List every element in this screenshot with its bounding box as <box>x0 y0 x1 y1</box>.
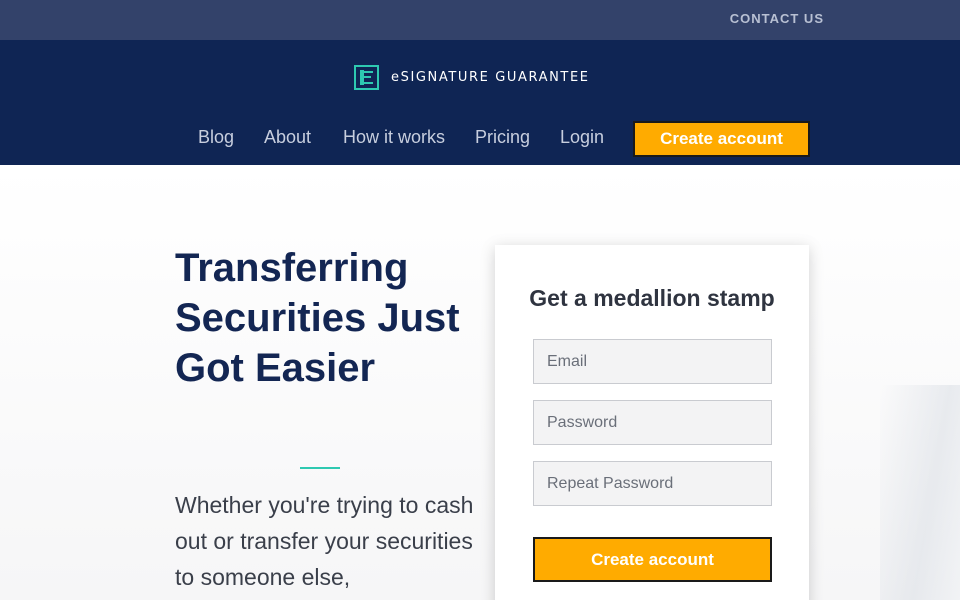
brand-logo[interactable]: eSIGNATURE GUARANTEE <box>354 64 590 90</box>
logo-icon <box>354 64 379 90</box>
create-account-button[interactable]: Create account <box>533 537 772 582</box>
repeat-password-field[interactable] <box>533 461 772 506</box>
nav-login[interactable]: Login <box>560 127 604 148</box>
nav-how-it-works[interactable]: How it works <box>343 127 445 148</box>
signup-card: Get a medallion stamp Create account <box>495 245 809 600</box>
nav-about[interactable]: About <box>264 127 311 148</box>
hero-background-decoration <box>880 385 960 600</box>
site-header: eSIGNATURE GUARANTEE Blog About How it w… <box>0 40 960 165</box>
hero-subtitle: Whether you're trying to cash out or tra… <box>175 492 474 590</box>
hero-divider <box>300 467 340 469</box>
nav-create-account-button[interactable]: Create account <box>633 121 810 157</box>
email-field[interactable] <box>533 339 772 384</box>
nav-blog[interactable]: Blog <box>198 127 234 148</box>
top-utility-bar: CONTACT US <box>0 0 960 40</box>
hero-section: Transferring Securities Just Got Easier … <box>0 165 960 600</box>
password-field[interactable] <box>533 400 772 445</box>
brand-name: eSIGNATURE GUARANTEE <box>391 69 590 85</box>
nav-pricing[interactable]: Pricing <box>475 127 530 148</box>
signup-title: Get a medallion stamp <box>529 285 775 311</box>
contact-us-link[interactable]: CONTACT US <box>730 11 824 26</box>
hero-title: Transferring Securities Just Got Easier <box>175 246 460 390</box>
main-nav: Blog About How it works Pricing Login Cr… <box>0 121 960 157</box>
